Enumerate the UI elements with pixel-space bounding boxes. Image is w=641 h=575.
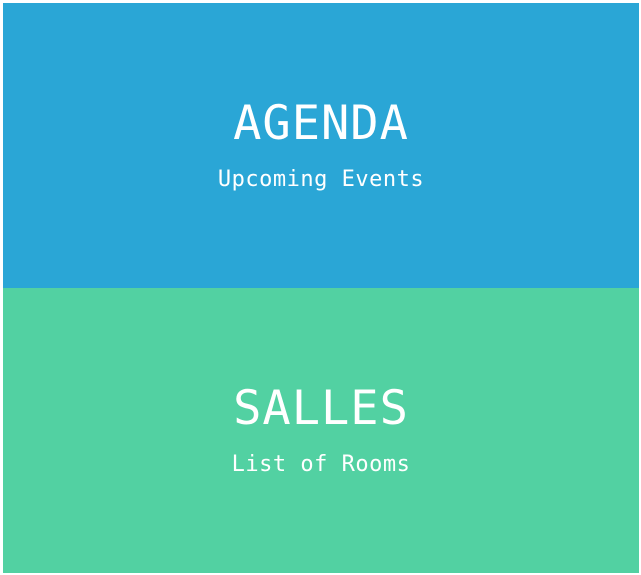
agenda-subtitle: Upcoming Events [217, 167, 425, 192]
salles-tile[interactable]: SALLES List of Rooms [3, 288, 639, 573]
agenda-title: AGENDA [233, 96, 409, 151]
salles-title: SALLES [233, 381, 409, 436]
salles-subtitle: List of Rooms [231, 452, 411, 477]
agenda-tile[interactable]: AGENDA Upcoming Events [3, 3, 639, 288]
